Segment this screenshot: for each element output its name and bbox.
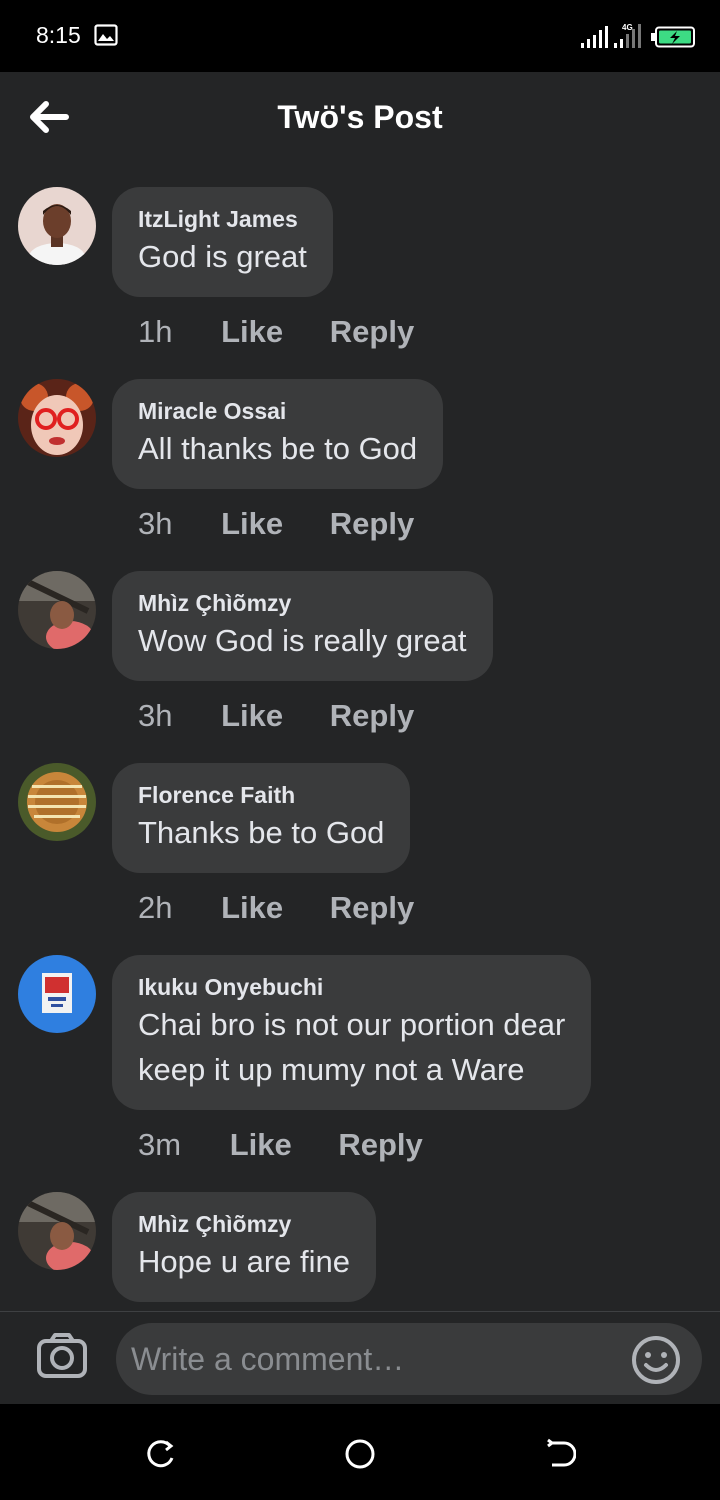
comment-input[interactable] [116, 1323, 702, 1395]
comment-time: 1h [138, 314, 173, 349]
reply-button[interactable]: Reply [330, 314, 414, 350]
signal-icon: 4G [614, 23, 641, 48]
comment-text: Thanks be to God [138, 815, 385, 850]
comment-actions: 1h Like Reply [138, 314, 452, 354]
comment-text: God is great [138, 239, 307, 274]
comment-author[interactable]: ItzLight James [138, 204, 307, 234]
avatar[interactable] [18, 1192, 96, 1270]
emoji-icon[interactable] [630, 1334, 682, 1386]
comment-time: 2h [138, 890, 173, 925]
gallery-icon [94, 24, 118, 46]
comment-time: 3m [138, 1127, 182, 1162]
comment-text: Chai bro is not our portion dear keep it… [138, 1007, 566, 1087]
comment-bubble[interactable]: Florence Faith Thanks be to God [112, 763, 411, 873]
like-button[interactable]: Like [221, 890, 283, 926]
comment-author[interactable]: Mhìz Çhìõmzy [138, 588, 467, 618]
comment-time: 3h [138, 506, 173, 541]
like-button[interactable]: Like [221, 506, 283, 542]
network-type-label: 4G [622, 23, 633, 32]
signal-icon [581, 26, 608, 48]
comment-actions: 3h Like Reply [138, 506, 452, 546]
comment-actions: 2h Like Reply [138, 890, 452, 930]
avatar[interactable] [18, 955, 96, 1033]
comment-text: All thanks be to God [138, 431, 418, 466]
comment-composer [0, 1311, 720, 1405]
comment-author[interactable]: Florence Faith [138, 780, 384, 810]
like-button[interactable]: Like [221, 314, 283, 350]
avatar[interactable] [18, 571, 96, 649]
status-bar: 8:15 4G [0, 0, 720, 72]
avatar[interactable] [18, 763, 96, 841]
back-icon[interactable] [544, 1438, 576, 1470]
comment-time: 3h [138, 698, 173, 733]
comment-actions: 3m Like Reply [138, 1127, 461, 1167]
page-title: Twö's Post [277, 99, 443, 135]
home-icon[interactable] [344, 1438, 376, 1470]
reply-button[interactable]: Reply [338, 1127, 422, 1163]
like-button[interactable]: Like [230, 1127, 292, 1163]
recent-apps-icon[interactable] [144, 1438, 176, 1470]
reply-button[interactable]: Reply [330, 698, 414, 734]
comment-text: Hope u are fine [138, 1244, 350, 1279]
status-time: 8:15 [36, 22, 81, 48]
avatar[interactable] [18, 379, 96, 457]
header: Twö's Post [0, 72, 720, 168]
comment-author[interactable]: Ikuku Onyebuchi [138, 972, 565, 1002]
comment-bubble[interactable]: ItzLight James God is great [112, 187, 333, 297]
reply-button[interactable]: Reply [330, 890, 414, 926]
camera-icon[interactable] [36, 1332, 88, 1380]
comment-author[interactable]: Miracle Ossai [138, 396, 417, 426]
comment-actions: 3h Like Reply [138, 698, 452, 738]
comment-bubble[interactable]: Mhìz Çhìõmzy Hope u are fine [112, 1192, 376, 1302]
system-nav-bar [0, 1404, 720, 1500]
battery-charging-icon [651, 26, 695, 48]
like-button[interactable]: Like [221, 698, 283, 734]
comment-author[interactable]: Mhìz Çhìõmzy [138, 1209, 350, 1239]
reply-button[interactable]: Reply [330, 506, 414, 542]
comment-text: Wow God is really great [138, 623, 467, 658]
avatar[interactable] [18, 187, 96, 265]
comment-bubble[interactable]: Miracle Ossai All thanks be to God [112, 379, 444, 489]
comment-bubble[interactable]: Ikuku Onyebuchi Chai bro is not our port… [112, 955, 592, 1110]
comment-bubble[interactable]: Mhìz Çhìõmzy Wow God is really great [112, 571, 493, 681]
